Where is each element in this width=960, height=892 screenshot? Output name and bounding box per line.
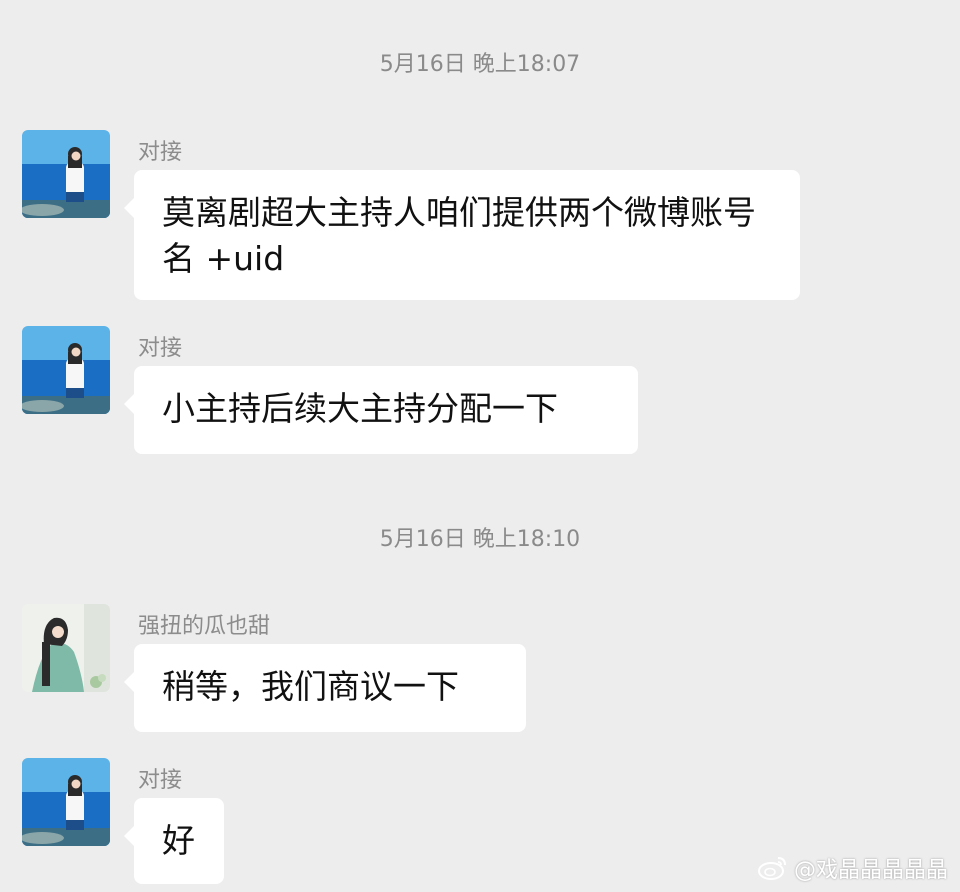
avatar-duijie[interactable] <box>22 758 110 846</box>
sender-name: 对接 <box>138 336 183 361</box>
sender-name: 强扭的瓜也甜 <box>138 614 271 639</box>
sender-name: 对接 <box>138 140 183 165</box>
sender-name: 对接 <box>138 768 183 793</box>
message-bubble[interactable]: 好 <box>124 798 224 884</box>
weibo-logo-icon <box>757 855 788 881</box>
watermark-text: @戏晶晶晶晶晶 <box>793 858 948 883</box>
timestamp-1: 5月16日 晚上18:07 <box>379 52 581 77</box>
message-bubble[interactable]: 小主持后续大主持分配一下 <box>124 366 638 454</box>
timestamp-2: 5月16日 晚上18:10 <box>379 527 581 552</box>
avatar-duijie[interactable] <box>22 130 110 218</box>
message-bubble[interactable]: 莫离剧超大主持人咱们提供两个微博账号名 +uid <box>124 170 800 300</box>
avatar-duijie[interactable] <box>22 326 110 414</box>
avatar-qiangniu[interactable] <box>22 604 110 692</box>
message-bubble[interactable]: 稍等，我们商议一下 <box>124 644 526 732</box>
watermark: @戏晶晶晶晶晶 <box>757 852 948 884</box>
